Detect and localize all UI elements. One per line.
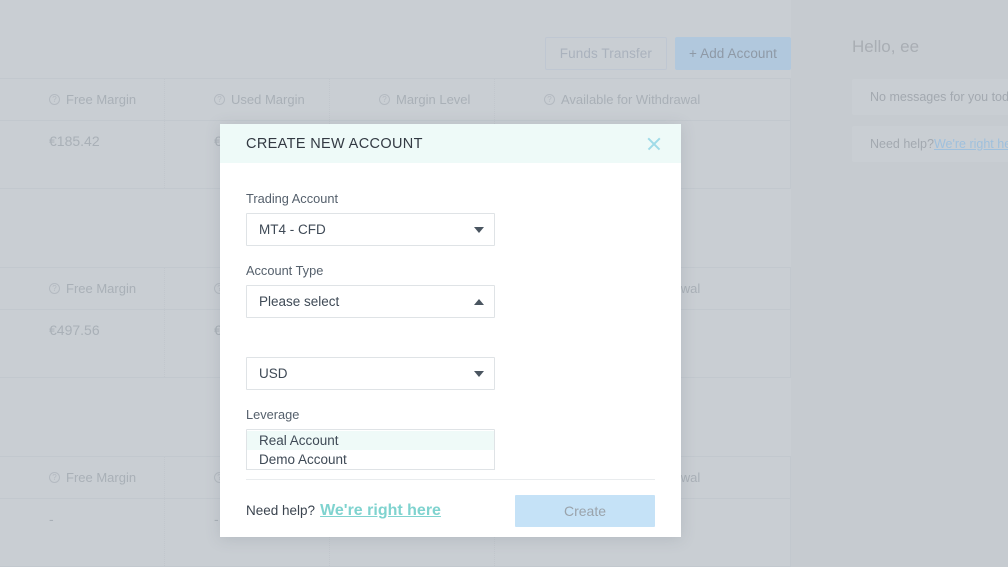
user-greeting: Hello, ee	[852, 37, 919, 57]
trading-account-value: MT4 - CFD	[259, 222, 326, 237]
column-header-free-margin: ? Free Margin	[0, 92, 164, 107]
column-header-available-for-withdrawal: ? Available for Withdrawal	[494, 92, 791, 107]
value-free-margin: -	[0, 511, 164, 527]
chevron-up-icon	[474, 299, 484, 305]
dropdown-option-real-account[interactable]: Real Account	[247, 431, 494, 450]
account-type-select[interactable]: Please select	[246, 285, 495, 318]
add-account-button[interactable]: + Add Account	[675, 37, 791, 70]
page-toolbar: Funds Transfer + Add Account	[545, 37, 791, 70]
field-trading-account: Trading Account MT4 - CFD	[246, 191, 655, 246]
trading-account-select[interactable]: MT4 - CFD	[246, 213, 495, 246]
account-card-header: ? Free Margin ? Used Margin ? Margin Lev…	[0, 79, 790, 121]
currency-select[interactable]: USD	[246, 357, 495, 390]
currency-value: USD	[259, 366, 288, 381]
modal-header: CREATE NEW ACCOUNT	[220, 124, 681, 163]
field-currency: Currency USD	[246, 335, 655, 390]
help-icon[interactable]: ?	[49, 283, 60, 294]
help-prefix: Need help?	[246, 503, 315, 518]
leverage-label: Leverage	[246, 407, 655, 422]
modal-body: Trading Account MT4 - CFD Account Type P…	[220, 163, 681, 462]
column-separator	[164, 268, 165, 377]
column-header-used-margin: ? Used Margin	[164, 92, 329, 107]
modal-footer: Need help? We're right here Create	[220, 480, 681, 527]
funds-transfer-button[interactable]: Funds Transfer	[545, 37, 667, 70]
account-type-value: Please select	[259, 294, 339, 309]
create-new-account-modal: CREATE NEW ACCOUNT Trading Account MT4 -…	[220, 124, 681, 537]
field-account-type: Account Type Please select	[246, 263, 655, 318]
column-header-margin-level: ? Margin Level	[329, 92, 494, 107]
help-icon[interactable]: ?	[379, 94, 390, 105]
value-free-margin: €497.56	[0, 322, 164, 338]
close-icon[interactable]	[644, 134, 664, 154]
chevron-down-icon	[474, 227, 484, 233]
messages-box: No messages for you today	[852, 79, 1008, 115]
help-icon[interactable]: ?	[544, 94, 555, 105]
modal-help-text: Need help? We're right here	[246, 502, 441, 520]
modal-title: CREATE NEW ACCOUNT	[246, 136, 423, 152]
account-type-dropdown-list[interactable]: Real Account Demo Account	[246, 431, 495, 470]
help-prefix-text: Need help?	[870, 137, 934, 151]
trading-account-label: Trading Account	[246, 191, 655, 206]
help-icon[interactable]: ?	[214, 94, 225, 105]
help-box: Need help?We're right here	[852, 126, 1008, 162]
no-messages-text: No messages for you today	[870, 90, 1008, 104]
value-free-margin: €185.42	[0, 133, 164, 149]
right-sidebar: Hello, ee No messages for you today Need…	[791, 0, 1008, 567]
create-button[interactable]: Create	[515, 495, 655, 527]
help-link[interactable]: We're right here	[934, 137, 1008, 151]
column-header-free-margin: ? Free Margin	[0, 470, 164, 485]
help-link[interactable]: We're right here	[320, 502, 441, 519]
account-type-label: Account Type	[246, 263, 655, 278]
help-icon[interactable]: ?	[49, 472, 60, 483]
column-separator	[164, 79, 165, 188]
column-separator	[164, 457, 165, 566]
chevron-down-icon	[474, 371, 484, 377]
help-icon[interactable]: ?	[49, 94, 60, 105]
dropdown-option-demo-account[interactable]: Demo Account	[247, 450, 494, 469]
column-header-free-margin: ? Free Margin	[0, 281, 164, 296]
